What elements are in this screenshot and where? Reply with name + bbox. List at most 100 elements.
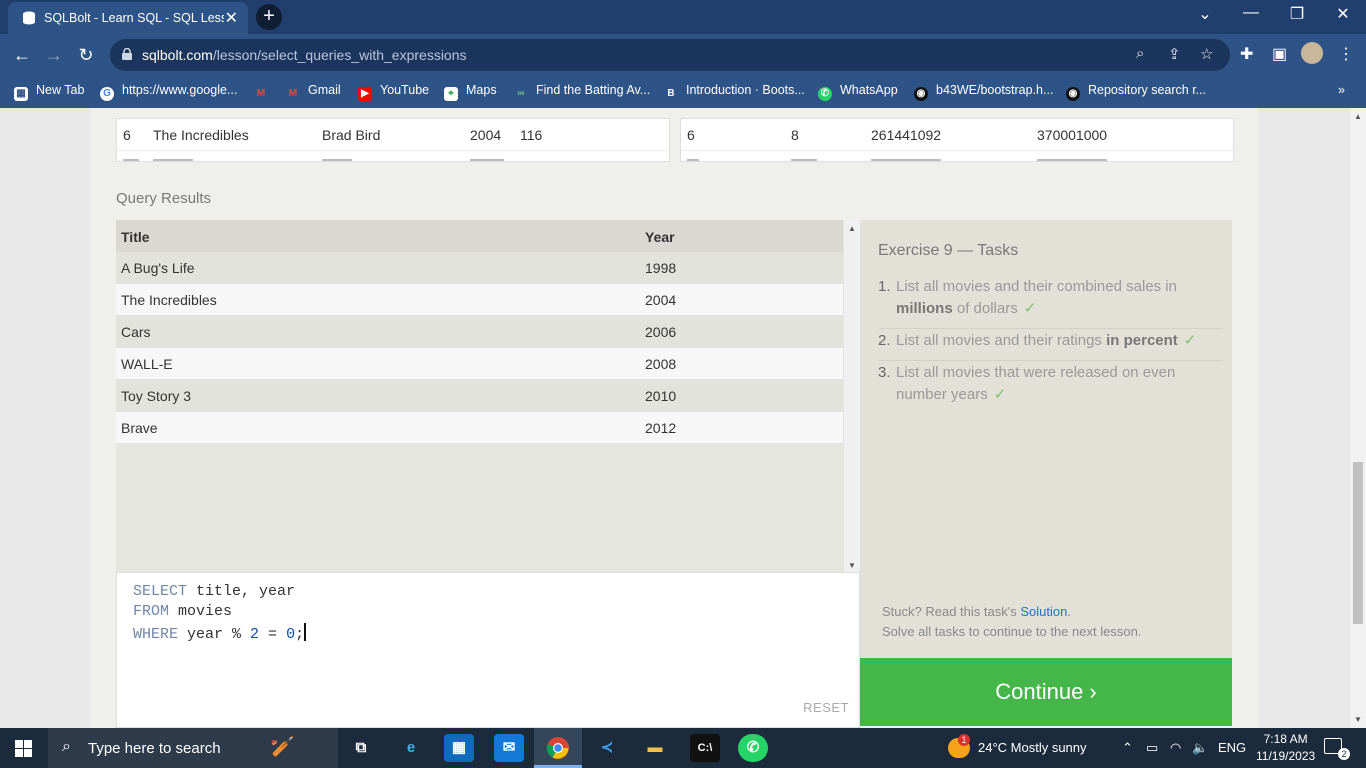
zoom-search-icon[interactable]: ⌕ bbox=[1136, 45, 1144, 62]
cell-title: Brave bbox=[121, 420, 158, 436]
cell-year: 1998 bbox=[645, 260, 677, 276]
sql-text: = bbox=[259, 626, 287, 643]
reset-button[interactable]: RESET bbox=[803, 700, 849, 715]
volume-icon[interactable]: 🔈 bbox=[1192, 740, 1208, 756]
side-panel-icon[interactable]: ▣ bbox=[1272, 44, 1287, 64]
restore-button[interactable]: ❐ bbox=[1274, 4, 1320, 24]
search-icon: ⌕ bbox=[62, 738, 71, 755]
notification-count-badge: 2 bbox=[1338, 748, 1350, 760]
browser-tab-active[interactable]: SQLBolt - Learn SQL - SQL Lesso ✕ bbox=[8, 2, 248, 34]
cell-title: Cars bbox=[121, 324, 151, 340]
scroll-down-arrow-icon[interactable]: ▼ bbox=[1354, 715, 1362, 724]
taskbar-search-box[interactable]: ⌕ Type here to search 🏏 bbox=[48, 728, 338, 768]
whatsapp-icon: ✆ bbox=[818, 87, 832, 101]
gmail-icon: M bbox=[256, 88, 266, 99]
bookmark-github-2[interactable]: ◉ Repository search r... bbox=[1066, 83, 1206, 101]
cell-year: 2010 bbox=[645, 388, 677, 404]
bookmark-google[interactable]: Ghttps://www.google... bbox=[100, 83, 237, 101]
task-number: 2. bbox=[878, 332, 891, 349]
table-row: 6 8 261441092 370001000 bbox=[681, 119, 1233, 151]
bookmarks-overflow-icon[interactable]: » bbox=[1338, 83, 1345, 97]
stuck-text: Stuck? Read this task's bbox=[882, 604, 1021, 619]
bookmark-bootstrap[interactable]: B Introduction · Boots... bbox=[664, 83, 804, 101]
close-window-button[interactable]: ✕ bbox=[1320, 4, 1366, 24]
bookmark-gmail-icon-only[interactable]: M bbox=[254, 83, 276, 101]
bookmark-label: Gmail bbox=[308, 83, 341, 97]
cell-rating: 8 bbox=[791, 127, 799, 143]
extensions-puzzle-icon[interactable]: ✚ bbox=[1240, 44, 1253, 64]
bookmark-label: WhatsApp bbox=[840, 83, 898, 97]
page-scrollbar[interactable]: ▲ ▼ bbox=[1350, 108, 1366, 728]
sql-editor[interactable]: SELECT title, year FROM movies WHERE yea… bbox=[116, 572, 860, 728]
meet-now-icon[interactable]: ▭ bbox=[1146, 740, 1158, 756]
page-viewport: 6 The Incredibles Brad Bird 2004 116 6 8… bbox=[0, 108, 1350, 728]
task-view-icon[interactable]: ⧉ bbox=[346, 734, 376, 762]
continue-button[interactable]: Continue › bbox=[860, 658, 1232, 726]
browser-toolbar: ← → ↻ sqlbolt.com/lesson/select_queries_… bbox=[0, 34, 1366, 76]
solution-link[interactable]: Solution bbox=[1020, 604, 1067, 619]
vscode-icon[interactable]: ≺ bbox=[592, 734, 622, 762]
cell-title: A Bug's Life bbox=[121, 260, 195, 276]
language-indicator[interactable]: ENG bbox=[1218, 740, 1246, 755]
bookmark-maps[interactable]: ⌖ Maps bbox=[444, 83, 497, 101]
share-icon[interactable]: ⇪ bbox=[1168, 45, 1181, 63]
stuck-line: Stuck? Read this task's Solution. bbox=[882, 604, 1071, 619]
column-header-year[interactable]: Year bbox=[645, 229, 675, 245]
network-icon[interactable]: ◠ bbox=[1170, 740, 1181, 756]
github-icon: ◉ bbox=[914, 87, 928, 101]
bookmark-new-tab[interactable]: ▦ New Tab bbox=[14, 83, 84, 101]
bookmark-batting[interactable]: ∞ Find the Batting Av... bbox=[514, 83, 650, 101]
scroll-up-arrow-icon[interactable]: ▲ bbox=[1354, 112, 1362, 121]
bookmark-star-icon[interactable]: ☆ bbox=[1200, 45, 1213, 63]
results-scrollbar[interactable]: ▲ ▼ bbox=[844, 220, 860, 572]
clipped-row-text bbox=[470, 159, 504, 161]
table-row: Brave 2012 bbox=[116, 412, 843, 444]
forward-button[interactable]: → bbox=[40, 42, 68, 70]
boxoffice-table[interactable]: 6 8 261441092 370001000 bbox=[680, 118, 1234, 162]
cell-year: 2004 bbox=[645, 292, 677, 308]
bookmark-youtube[interactable]: ▶ YouTube bbox=[358, 83, 429, 101]
cell-movie-id: 6 bbox=[687, 127, 695, 143]
store-icon[interactable]: ▦ bbox=[444, 734, 474, 762]
sql-number: 0 bbox=[286, 626, 296, 643]
system-clock[interactable]: 7:18 AM 11/19/2023 bbox=[1256, 731, 1315, 765]
terminal-icon[interactable]: C:\ bbox=[690, 734, 720, 762]
movies-table[interactable]: 6 The Incredibles Brad Bird 2004 116 bbox=[116, 118, 670, 162]
google-icon: G bbox=[100, 87, 114, 101]
windows-start-icon[interactable] bbox=[15, 740, 32, 757]
bookmark-gmail[interactable]: M Gmail bbox=[286, 83, 341, 101]
url-path: /lesson/select_queries_with_expressions bbox=[212, 47, 467, 63]
address-bar[interactable]: sqlbolt.com/lesson/select_queries_with_e… bbox=[110, 39, 1230, 71]
bookmark-github-1[interactable]: ◉ b43WE/bootstrap.h... bbox=[914, 83, 1053, 101]
sql-line-3: WHERE year % 2 = 0; bbox=[133, 623, 307, 643]
reload-button[interactable]: ↻ bbox=[72, 42, 100, 70]
query-results-label: Query Results bbox=[116, 190, 212, 207]
cell-year: 2004 bbox=[470, 127, 502, 143]
mail-icon[interactable]: ✉ bbox=[494, 734, 524, 762]
task-text: List all movies and their ratings bbox=[896, 332, 1107, 349]
close-tab-icon[interactable]: ✕ bbox=[225, 8, 238, 28]
bootstrap-icon: B bbox=[667, 88, 675, 99]
browser-menu-icon[interactable]: ⋮ bbox=[1338, 44, 1354, 64]
exercise-tasks-panel: Exercise 9 — Tasks 1. List all movies and… bbox=[860, 220, 1232, 658]
whatsapp-icon[interactable]: ✆ bbox=[738, 734, 768, 762]
column-header-title[interactable]: Title bbox=[121, 229, 150, 245]
edge-icon[interactable]: e bbox=[396, 734, 426, 762]
show-hidden-icons-icon[interactable]: ⌃ bbox=[1122, 740, 1133, 756]
tab-search-chevron-icon[interactable]: ⌄ bbox=[1182, 4, 1228, 24]
profile-avatar[interactable] bbox=[1301, 42, 1323, 64]
weather-text[interactable]: 24°C Mostly sunny bbox=[978, 740, 1087, 755]
scroll-up-arrow-icon[interactable]: ▲ bbox=[848, 224, 856, 233]
scrollbar-thumb[interactable] bbox=[1353, 462, 1363, 624]
sql-keyword: WHERE bbox=[133, 626, 179, 643]
sql-keyword: SELECT bbox=[133, 583, 188, 600]
file-explorer-icon[interactable]: ▬ bbox=[640, 734, 670, 762]
back-button[interactable]: ← bbox=[8, 42, 36, 70]
minimize-button[interactable]: — bbox=[1228, 4, 1274, 22]
new-tab-button[interactable]: + bbox=[256, 4, 282, 30]
chrome-taskbar-active[interactable] bbox=[534, 728, 582, 768]
cell-id: 6 bbox=[123, 127, 131, 143]
bookmark-whatsapp[interactable]: ✆ WhatsApp bbox=[818, 83, 898, 101]
scroll-down-arrow-icon[interactable]: ▼ bbox=[848, 561, 856, 570]
query-results-table[interactable]: Title Year A Bug's Life 1998 The Incredi… bbox=[116, 220, 860, 572]
